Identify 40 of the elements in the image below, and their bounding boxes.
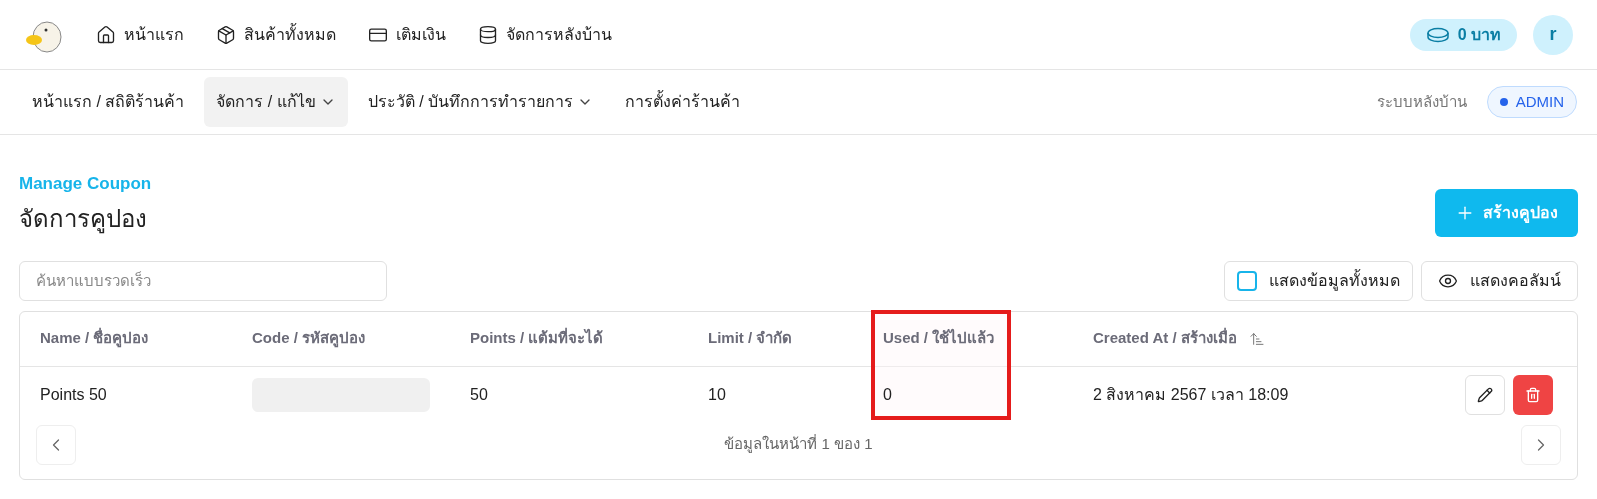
delete-button[interactable]: [1513, 374, 1553, 415]
column-header: Code / รหัสคูปอง: [252, 328, 365, 350]
column-header: Limit / จำกัด: [708, 328, 793, 349]
balance-badge[interactable]: 0 บาท: [1409, 18, 1517, 51]
menu-tab[interactable]: หน้าแรก / สถิติร้านค้า: [20, 77, 197, 127]
checkbox-label: แสดงข้อมูลทั้งหมด: [1269, 268, 1400, 293]
nav-link[interactable]: หน้าแรก: [96, 22, 184, 47]
user-avatar[interactable]: r: [1533, 14, 1573, 55]
home-icon: [96, 24, 116, 45]
coin-icon: [1425, 26, 1450, 43]
system-label: ระบบหลังบ้าน: [1376, 91, 1467, 112]
page-subtitle: Manage Coupon: [19, 173, 152, 195]
sort-icon[interactable]: [1248, 330, 1265, 347]
role-badge: ADMIN: [1486, 86, 1577, 118]
pencil-icon: [1477, 386, 1493, 403]
table-cell-text: Points 50: [40, 384, 107, 405]
table-cell-text: 0: [883, 384, 892, 405]
page-info: ข้อมูลในหน้าที่ 1 ของ 1: [724, 433, 873, 455]
menu-tab[interactable]: ประวัติ / บันทึกการทำรายการ: [355, 77, 606, 127]
nav-link[interactable]: เติมเงิน: [368, 22, 446, 47]
nav-link[interactable]: จัดการหลังบ้าน: [478, 22, 612, 47]
search-field[interactable]: ค้นหาแบบรวดเร็ว: [19, 260, 387, 301]
database-icon: [478, 24, 498, 45]
table-cell-text: 2 สิงหาคม 2567 เวลา 18:09: [1093, 384, 1289, 405]
package-icon: [216, 24, 236, 45]
column-header: Used / ใช้ไปแล้ว: [883, 327, 995, 349]
column-header: Created At / สร้างเมื่อ: [1093, 327, 1237, 349]
trash-icon: [1525, 386, 1541, 403]
table-cell-text: 50: [470, 384, 488, 405]
show-all-toggle[interactable]: แสดงข้อมูลทั้งหมด: [1224, 260, 1413, 301]
menu-tab[interactable]: การตั้งค่าร้านค้า: [613, 77, 753, 127]
show-columns-button[interactable]: แสดงคอลัมน์: [1421, 260, 1578, 301]
column-header: Name / ชื่อคูปอง: [40, 327, 149, 350]
table-cell-text: 10: [708, 384, 726, 405]
column-header: Points / แต้มที่จะได้: [470, 327, 604, 349]
nav-link[interactable]: สินค้าทั้งหมด: [216, 22, 336, 47]
page-title: จัดการคูปอง: [19, 203, 148, 236]
menu-tab[interactable]: จัดการ / แก้ไข: [204, 77, 348, 127]
checkbox[interactable]: [1237, 270, 1257, 291]
edit-button[interactable]: [1465, 374, 1505, 415]
